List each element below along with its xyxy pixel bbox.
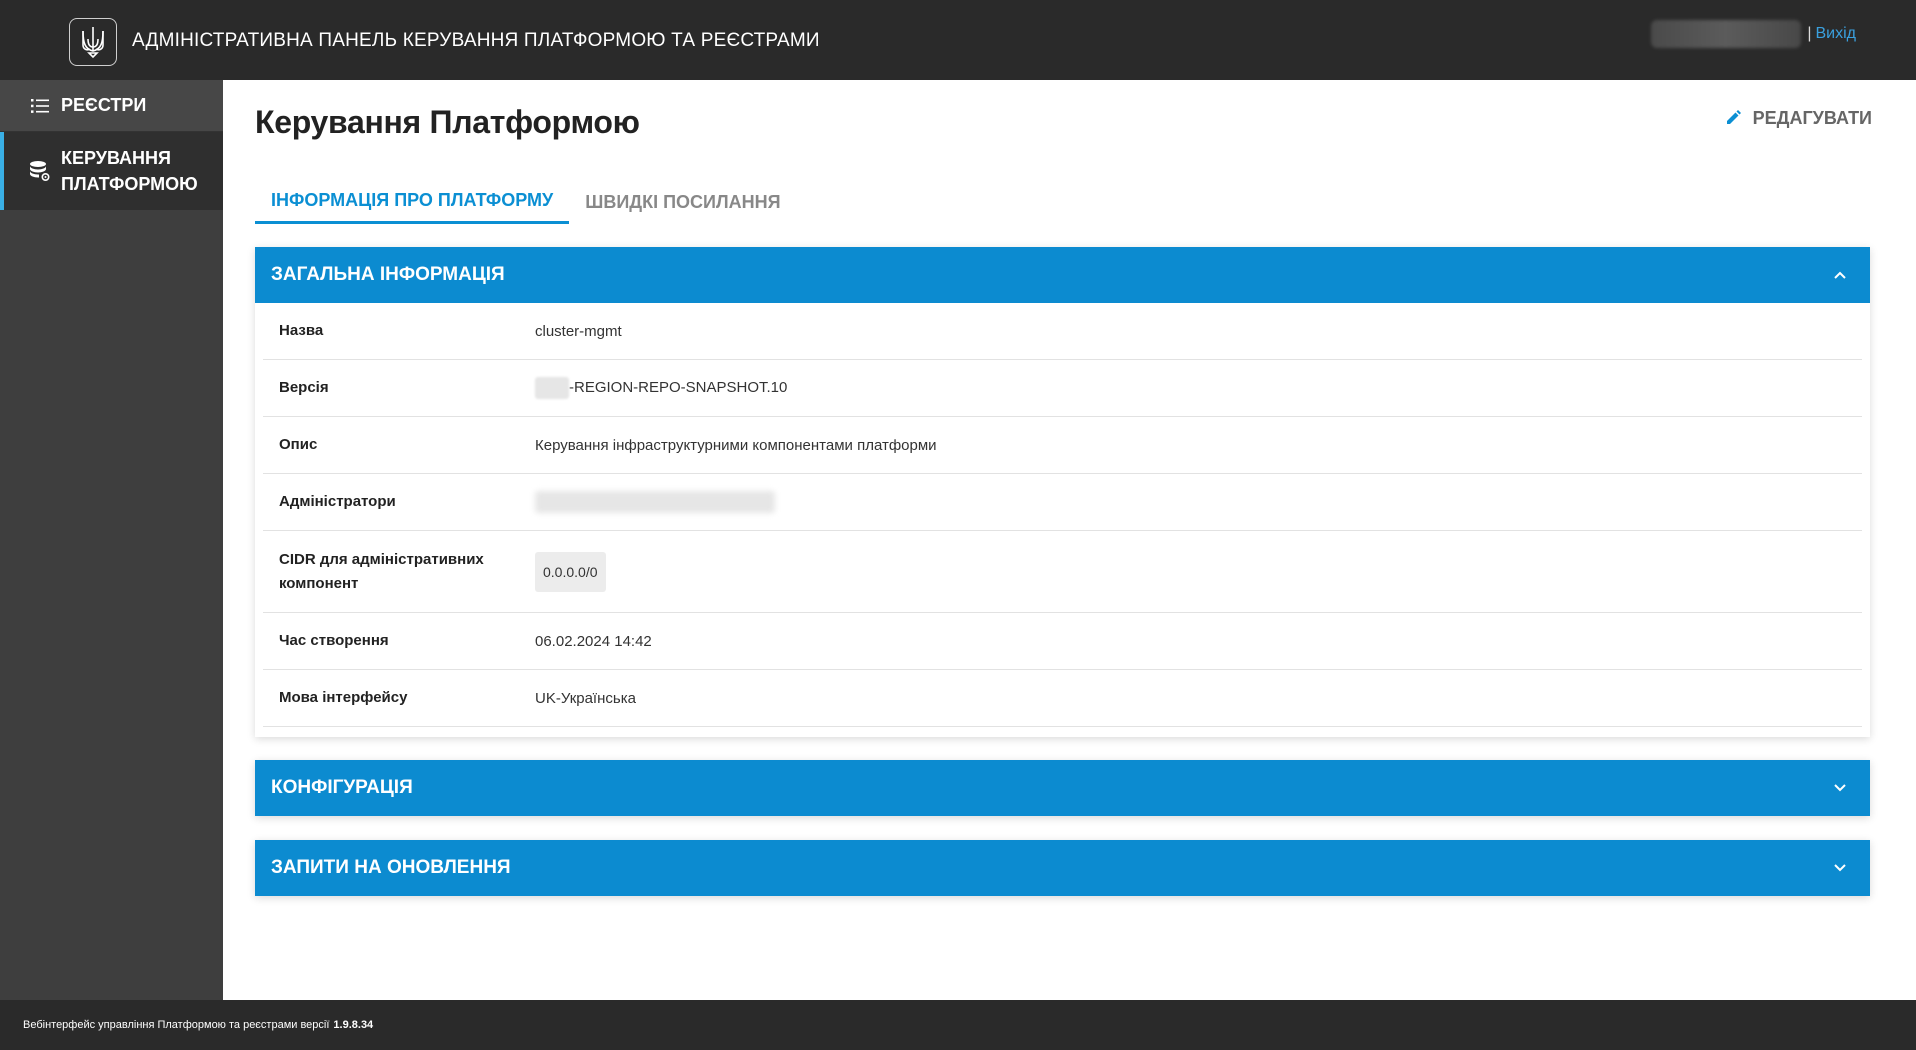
sidebar-item-registries[interactable]: РЕЄСТРИ [0,80,223,132]
update-requests-title: ЗАПИТИ НА ОНОВЛЕННЯ [271,857,511,878]
configuration-panel: КОНФІГУРАЦІЯ [255,760,1870,816]
row-value: UK-Українська [535,689,636,707]
configuration-title: КОНФІГУРАЦІЯ [271,777,413,798]
configuration-header[interactable]: КОНФІГУРАЦІЯ [255,760,1870,816]
cidr-chip: 0.0.0.0/0 [535,551,606,592]
general-info-title: ЗАГАЛЬНА ІНФОРМАЦІЯ [271,264,505,285]
row-value [535,491,775,513]
general-info-header[interactable]: ЗАГАЛЬНА ІНФОРМАЦІЯ [255,247,1870,303]
user-separator: | [1807,25,1812,42]
row-value: 0.0.0.0/0 [535,551,606,592]
tab-quick-links[interactable]: ШВИДКІ ПОСИЛАННЯ [569,180,796,224]
pencil-icon [1726,108,1741,129]
trident-logo-icon [69,18,117,66]
table-row: Час створення 06.02.2024 14:42 [263,613,1862,670]
row-key: Час створення [279,632,389,649]
general-info-table: Назва cluster-mgmt Версія -REGION-REPO-S… [263,303,1862,737]
sidebar-item-platform-management[interactable]: КЕРУВАННЯ ПЛАТФОРМОЮ [0,132,223,210]
redacted-admins [535,491,775,513]
user-name-redacted [1651,20,1802,48]
tab-platform-info[interactable]: ІНФОРМАЦІЯ ПРО ПЛАТФОРМУ [255,180,570,224]
general-info-panel: ЗАГАЛЬНА ІНФОРМАЦІЯ Назва cluster-mgmt В… [255,247,1870,737]
sidebar: РЕЄСТРИ КЕРУВАННЯ ПЛАТФОРМОЮ [0,80,223,1000]
tab-bar: ІНФОРМАЦІЯ ПРО ПЛАТФОРМУ ШВИДКІ ПОСИЛАНН… [255,180,797,224]
row-value: Керування інфраструктурними компонентами… [535,436,937,454]
table-row: Опис Керування інфраструктурними компоне… [263,417,1862,474]
row-key: Версія [279,379,329,396]
edit-button-label: РЕДАГУВАТИ [1752,108,1872,128]
top-header: АДМІНІСТРАТИВНА ПАНЕЛЬ КЕРУВАННЯ ПЛАТФОР… [0,0,1916,80]
footer-text: Вебінтерфейс управління Платформою та ре… [23,1019,330,1031]
row-key: Опис [279,436,318,453]
database-gear-icon [29,160,51,182]
sidebar-item-label: РЕЄСТРИ [61,95,147,115]
app-title: АДМІНІСТРАТИВНА ПАНЕЛЬ КЕРУВАННЯ ПЛАТФОР… [132,30,820,51]
page-title: Керування Платформою [255,104,640,140]
update-requests-panel: ЗАПИТИ НА ОНОВЛЕННЯ [255,840,1870,896]
row-key: Адміністратори [279,493,396,510]
table-row: Адміністратори [263,474,1862,531]
update-requests-header[interactable]: ЗАПИТИ НА ОНОВЛЕННЯ [255,840,1870,896]
footer-version: 1.9.8.34 [333,1019,374,1031]
table-row: CIDR для адміністративних компонент 0.0.… [263,531,1862,613]
row-key: Мова інтерфейсу [279,689,408,706]
logout-link[interactable]: Вихід [1816,25,1857,43]
table-row: Мова інтерфейсу UK-Українська [263,670,1862,727]
redacted-version-prefix [535,377,569,399]
sidebar-item-label: КЕРУВАННЯ ПЛАТФОРМОЮ [61,148,198,194]
row-value: -REGION-REPO-SNAPSHOT.10 [535,377,787,399]
chevron-up-icon [1832,267,1848,283]
row-key: Назва [279,322,324,339]
main-content: Керування Платформою РЕДАГУВАТИ ІНФОРМАЦ… [223,80,1916,1000]
row-key: CIDR для адміністративних компонент [279,550,484,592]
chevron-down-icon [1832,860,1848,876]
row-value: 06.02.2024 14:42 [535,632,652,650]
table-row: Версія -REGION-REPO-SNAPSHOT.10 [263,360,1862,417]
user-area: | Вихід [1651,20,1856,48]
table-row: Назва cluster-mgmt [263,303,1862,360]
row-value: cluster-mgmt [535,322,622,340]
footer: Вебінтерфейс управління Платформою та ре… [0,1000,1916,1050]
edit-button[interactable]: РЕДАГУВАТИ [1726,108,1872,129]
version-value: -REGION-REPO-SNAPSHOT.10 [569,378,788,396]
chevron-down-icon [1832,780,1848,796]
list-icon [29,95,51,117]
